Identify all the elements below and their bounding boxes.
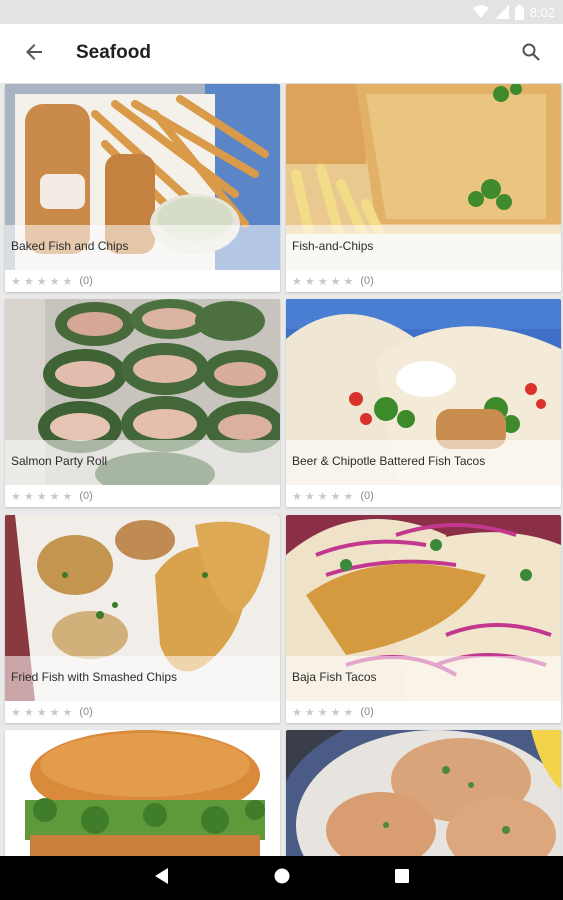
recipe-card[interactable] xyxy=(286,730,561,856)
signal-icon xyxy=(494,5,509,19)
recipe-rating: ★★★★★ (0) xyxy=(5,701,280,723)
app-bar: Seafood xyxy=(0,24,563,84)
recipe-caption: Beer & Chipotle Battered Fish Tacos xyxy=(286,440,561,485)
rating-count: (0) xyxy=(360,490,374,502)
recipe-rating: ★★★★★ (0) xyxy=(5,270,280,292)
recents-square-icon xyxy=(395,868,409,888)
rating-count: (0) xyxy=(79,490,93,502)
recipe-title: Salmon Party Roll xyxy=(11,454,108,468)
recipe-card[interactable]: Fried Fish with Smashed Chips ★★★★★ (0) xyxy=(5,515,280,723)
back-triangle-icon xyxy=(155,867,169,889)
status-bar: 8:02 xyxy=(0,0,563,24)
star-rating-icons: ★★★★★ xyxy=(11,275,76,288)
recipe-title: Baja Fish Tacos xyxy=(292,670,377,684)
page-title: Seafood xyxy=(76,42,151,63)
star-rating-icons: ★★★★★ xyxy=(11,490,76,503)
home-nav-button[interactable] xyxy=(272,868,292,888)
recipe-title: Fish-and-Chips xyxy=(292,239,374,253)
recents-nav-button[interactable] xyxy=(392,868,412,888)
star-rating-icons: ★★★★★ xyxy=(292,275,357,288)
battery-icon xyxy=(514,4,524,20)
star-rating-icons: ★★★★★ xyxy=(292,490,357,503)
back-nav-button[interactable] xyxy=(152,867,172,889)
recipe-image xyxy=(5,730,280,856)
rating-count: (0) xyxy=(79,275,93,287)
star-rating-icons: ★★★★★ xyxy=(11,706,76,719)
recipe-card[interactable]: Salmon Party Roll ★★★★★ (0) xyxy=(5,299,280,507)
recipe-title: Baked Fish and Chips xyxy=(11,239,129,253)
recipe-caption: Baked Fish and Chips xyxy=(5,225,280,270)
arrow-back-icon xyxy=(25,43,43,66)
back-button[interactable] xyxy=(18,38,50,70)
recipe-caption: Fried Fish with Smashed Chips xyxy=(5,656,280,701)
status-time: 8:02 xyxy=(529,4,555,20)
recipe-title: Beer & Chipotle Battered Fish Tacos xyxy=(292,454,486,468)
recipe-caption: Fish-and-Chips xyxy=(286,225,561,270)
recipe-card[interactable]: Baja Fish Tacos ★★★★★ (0) xyxy=(286,515,561,723)
recipe-rating: ★★★★★ (0) xyxy=(286,701,561,723)
recipe-caption: Salmon Party Roll xyxy=(5,440,280,485)
home-circle-icon xyxy=(274,868,290,889)
recipe-card[interactable]: Fish-and-Chips ★★★★★ (0) xyxy=(286,84,561,292)
rating-count: (0) xyxy=(360,275,374,287)
recipe-rating: ★★★★★ (0) xyxy=(5,485,280,507)
rating-count: (0) xyxy=(360,706,374,718)
rating-count: (0) xyxy=(79,706,93,718)
wifi-icon xyxy=(472,5,489,19)
recipe-card[interactable]: Beer & Chipotle Battered Fish Tacos ★★★★… xyxy=(286,299,561,507)
search-icon xyxy=(522,43,540,66)
recipe-title: Fried Fish with Smashed Chips xyxy=(11,670,178,684)
recipe-card[interactable]: Baked Fish and Chips ★★★★★ (0) xyxy=(5,84,280,292)
recipe-rating: ★★★★★ (0) xyxy=(286,485,561,507)
recipe-image xyxy=(286,730,561,856)
navigation-bar xyxy=(0,856,563,900)
search-button[interactable] xyxy=(515,38,547,70)
recipe-card[interactable] xyxy=(5,730,280,856)
star-rating-icons: ★★★★★ xyxy=(292,706,357,719)
status-icons: 8:02 xyxy=(472,3,555,21)
recipe-grid: Baked Fish and Chips ★★★★★ (0) Fish-and-… xyxy=(0,84,563,856)
recipe-caption: Baja Fish Tacos xyxy=(286,656,561,701)
recipe-rating: ★★★★★ (0) xyxy=(286,270,561,292)
